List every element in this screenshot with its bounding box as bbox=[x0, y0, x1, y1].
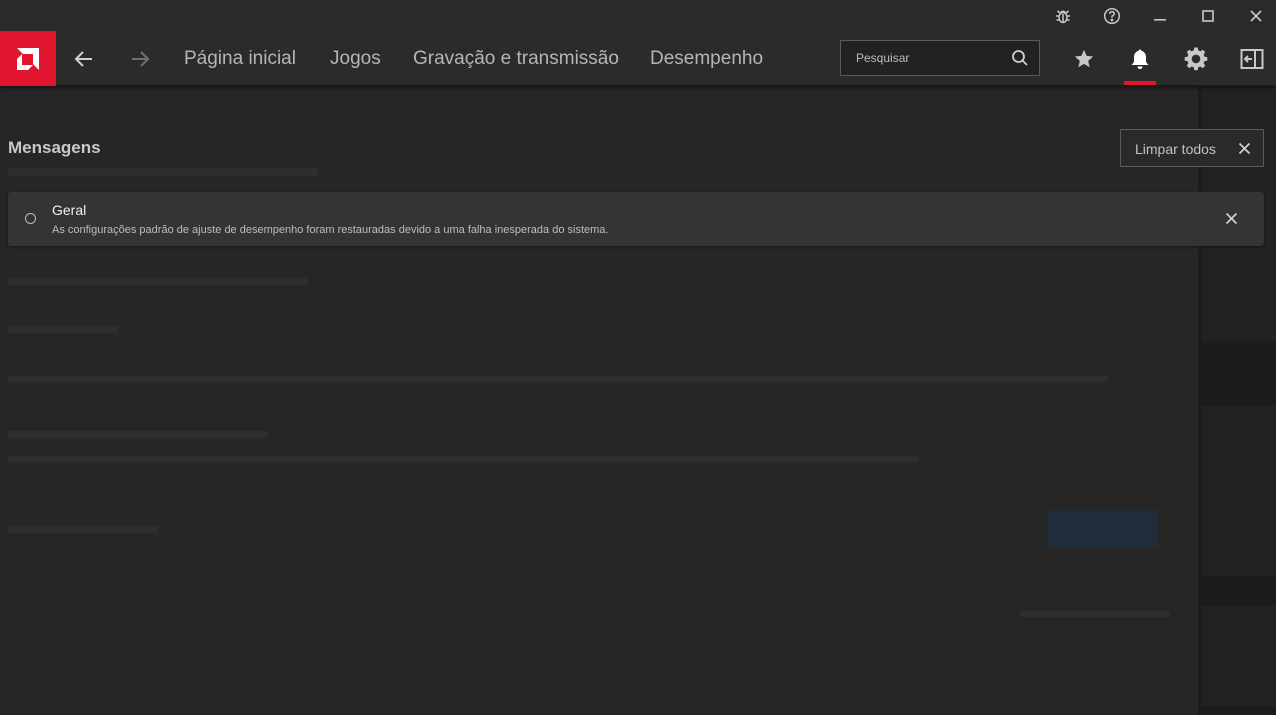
search-box bbox=[840, 40, 1040, 76]
nav-bar: Página inicial Jogos Gravação e transmis… bbox=[0, 31, 1276, 86]
background-placeholder bbox=[8, 278, 308, 285]
close-icon[interactable] bbox=[1233, 0, 1276, 31]
background-placeholder bbox=[8, 431, 268, 438]
background-placeholder bbox=[1048, 510, 1158, 548]
background-placeholder bbox=[8, 456, 918, 462]
maximize-icon[interactable] bbox=[1185, 0, 1231, 31]
message-body: As configurações padrão de ajuste de des… bbox=[52, 224, 609, 236]
background-placeholder bbox=[8, 376, 1108, 382]
forward-arrow-icon[interactable] bbox=[112, 31, 168, 86]
messages-title: Mensagens bbox=[8, 138, 101, 157]
background-placeholder bbox=[8, 526, 158, 533]
background-placeholder bbox=[1202, 406, 1276, 576]
background-placeholder bbox=[1202, 606, 1276, 706]
star-icon[interactable] bbox=[1056, 31, 1112, 86]
help-icon[interactable] bbox=[1089, 0, 1135, 31]
background-placeholder bbox=[8, 168, 318, 176]
background-placeholder bbox=[8, 326, 118, 333]
right-side-panel bbox=[1198, 86, 1276, 715]
bug-icon[interactable] bbox=[1040, 0, 1086, 31]
active-tab-indicator bbox=[1124, 81, 1156, 85]
title-bar bbox=[0, 0, 1276, 31]
sidebar-toggle-icon[interactable] bbox=[1224, 31, 1276, 86]
read-status-radio[interactable] bbox=[25, 213, 36, 224]
dismiss-message-icon[interactable] bbox=[1225, 212, 1238, 230]
search-icon[interactable] bbox=[1011, 49, 1029, 72]
minimize-icon[interactable] bbox=[1137, 0, 1183, 31]
bell-icon[interactable] bbox=[1112, 31, 1168, 86]
gear-icon[interactable] bbox=[1168, 31, 1224, 86]
message-title: Geral bbox=[52, 202, 87, 218]
clear-all-button[interactable]: Limpar todos bbox=[1120, 129, 1264, 167]
clear-all-label: Limpar todos bbox=[1135, 141, 1216, 157]
nav-link-performance[interactable]: Desempenho bbox=[650, 31, 763, 86]
search-input[interactable] bbox=[841, 41, 1001, 75]
nav-link-home[interactable]: Página inicial bbox=[184, 31, 296, 86]
back-arrow-icon[interactable] bbox=[56, 31, 112, 86]
nav-link-games[interactable]: Jogos bbox=[330, 31, 381, 86]
amd-logo[interactable] bbox=[0, 31, 56, 86]
dimmed-background bbox=[0, 86, 1276, 715]
message-card: Geral As configurações padrão de ajuste … bbox=[8, 192, 1264, 246]
background-placeholder bbox=[1020, 611, 1170, 617]
close-icon bbox=[1238, 142, 1251, 160]
nav-link-recording-streaming[interactable]: Gravação e transmissão bbox=[413, 31, 619, 86]
